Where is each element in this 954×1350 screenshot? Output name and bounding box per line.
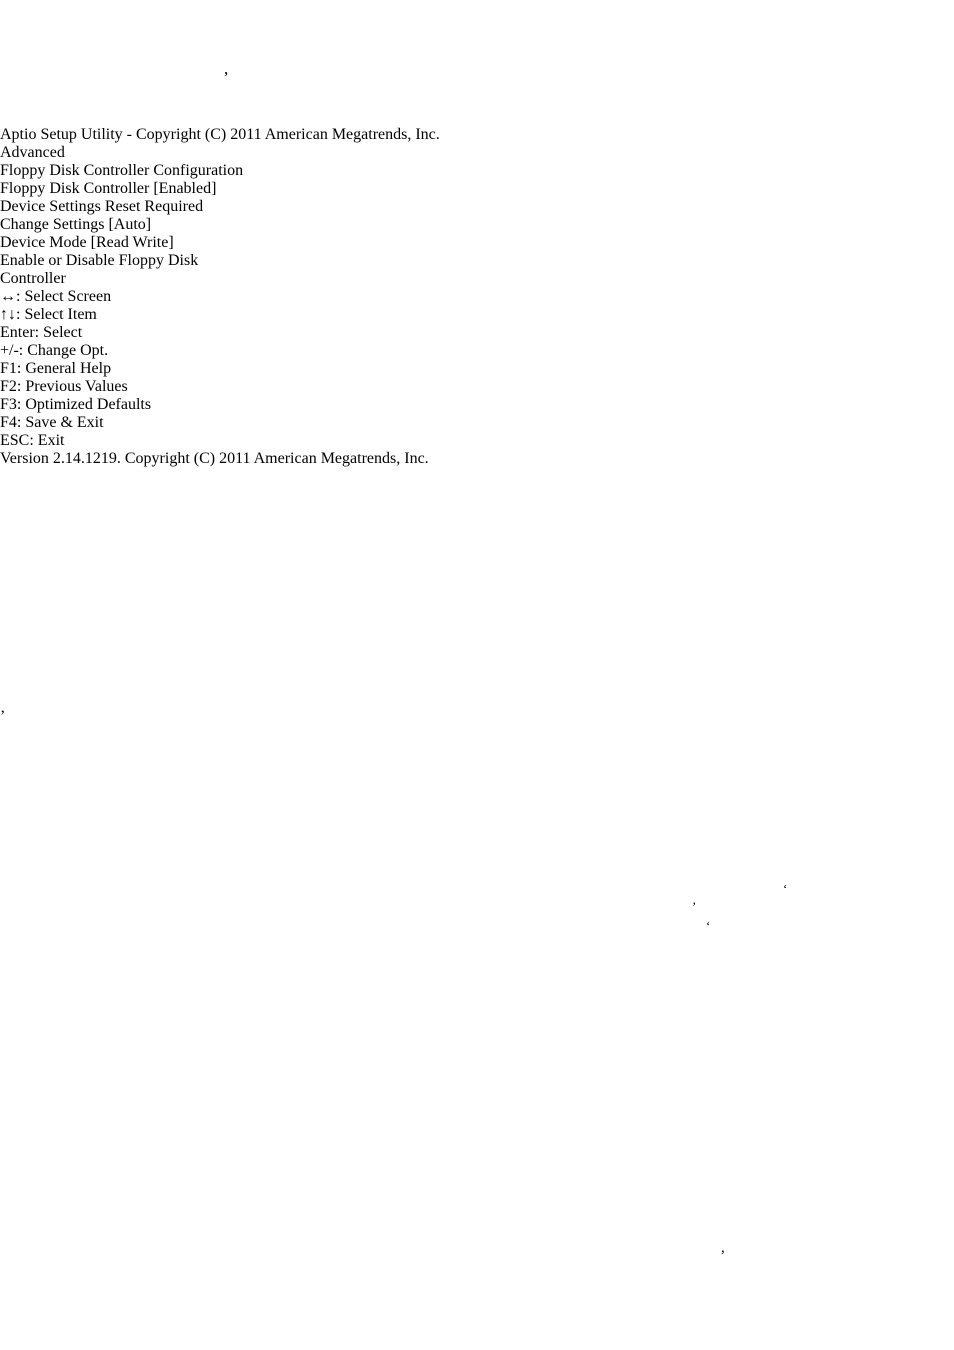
bios-help-line-1: Enable or Disable Floppy Disk (0, 252, 199, 269)
bios-item-device-mode[interactable]: Device Mode [Read Write] (0, 234, 954, 252)
bios-key-change-opt: +/-: Change Opt. (0, 342, 109, 359)
bios-item-value: [Enabled] (153, 180, 217, 197)
bios-item-device-settings[interactable]: Device Settings Reset Required (0, 198, 954, 216)
stray-mark-cell-b: ’ (692, 899, 697, 914)
bios-item-value: Reset Required (104, 198, 204, 215)
bios-help-line-2: Controller (0, 270, 66, 287)
bios-key-select-screen: ↔: Select Screen (0, 288, 112, 305)
table-header-cell (215, 2, 523, 23)
top-parameter-table (0, 0, 789, 126)
bios-help-text: Enable or Disable Floppy Disk Controller (0, 252, 954, 288)
table-cell (525, 69, 787, 124)
table-cell (2, 494, 213, 532)
table-header-cell (573, 470, 775, 492)
table-header-sliver (777, 2, 787, 23)
stray-mark-top: , (224, 59, 229, 78)
table-header-sliver (777, 470, 787, 492)
table-row (2, 494, 787, 532)
table-row (2, 25, 787, 67)
bios-key-select-item: ↑↓: Select Item (0, 306, 97, 323)
table-header-cell (525, 2, 775, 23)
bios-item-value: [Read Write] (90, 234, 174, 251)
bios-key-f4-save-exit: F4: Save & Exit (0, 414, 104, 431)
stray-mark-cell-a: ‘ (783, 881, 788, 896)
bios-title-bar: Aptio Setup Utility - Copyright (C) 2011… (0, 126, 440, 143)
bios-key-f2-previous-values: F2: Previous Values (0, 378, 128, 395)
table-cell (573, 494, 787, 532)
bios-item-label: Device Mode (0, 234, 87, 251)
bios-main-panel: Floppy Disk Controller Configuration Flo… (0, 162, 954, 450)
stray-mark-cell-d: ’ (0, 708, 6, 725)
bios-help-pane: Enable or Disable Floppy Disk Controller… (0, 252, 954, 450)
bios-item-label: Change Settings (0, 216, 105, 233)
table-cell (573, 534, 787, 613)
bios-key-enter-select: Enter: Select (0, 324, 83, 341)
tab-advanced[interactable]: Advanced (0, 144, 954, 162)
table-cell (215, 615, 571, 707)
table-cell (215, 494, 571, 532)
bios-version-bar: Version 2.14.1219. Copyright (C) 2011 Am… (0, 450, 429, 467)
table-cell (215, 69, 523, 124)
bottom-parameter-table (0, 468, 789, 709)
table-cell (2, 69, 213, 124)
table-header-row (2, 470, 787, 492)
stray-mark-cell-c: ‘ (706, 918, 711, 933)
table-cell (525, 25, 787, 67)
table-header-cell (2, 2, 213, 23)
bios-section-heading: Floppy Disk Controller Configuration (0, 162, 244, 179)
bios-key-f1-general-help: F1: General Help (0, 360, 112, 377)
bios-tab-bar: Advanced (0, 144, 954, 162)
table-header-row (2, 2, 787, 23)
table-cell (2, 615, 213, 707)
table-cell (215, 25, 523, 67)
bios-item-label: Device Settings (0, 198, 101, 215)
table-row (2, 534, 787, 613)
table-cell (573, 615, 787, 707)
table-header-cell (215, 470, 571, 492)
bios-key-legend: ↔: Select Screen ↑↓: Select Item Enter: … (0, 288, 954, 450)
stray-mark-bottom: , (721, 1240, 725, 1256)
bios-key-f3-optimized-defaults: F3: Optimized Defaults (0, 396, 152, 413)
bios-item-floppy-disk-controller[interactable]: Floppy Disk Controller [Enabled] (0, 180, 954, 198)
bios-item-label: Floppy Disk Controller (0, 180, 150, 197)
table-cell (2, 25, 213, 67)
bios-key-esc-exit: ESC: Exit (0, 432, 65, 449)
bios-item-value: [Auto] (108, 216, 152, 233)
table-cell (2, 534, 213, 613)
table-header-cell (2, 470, 213, 492)
bios-settings-pane: Floppy Disk Controller Configuration Flo… (0, 162, 954, 252)
bios-item-change-settings[interactable]: Change Settings [Auto] (0, 216, 954, 234)
table-row (2, 69, 787, 124)
bios-setup-screenshot: Aptio Setup Utility - Copyright (C) 2011… (0, 126, 954, 468)
table-row (2, 615, 787, 707)
table-cell (215, 534, 571, 613)
